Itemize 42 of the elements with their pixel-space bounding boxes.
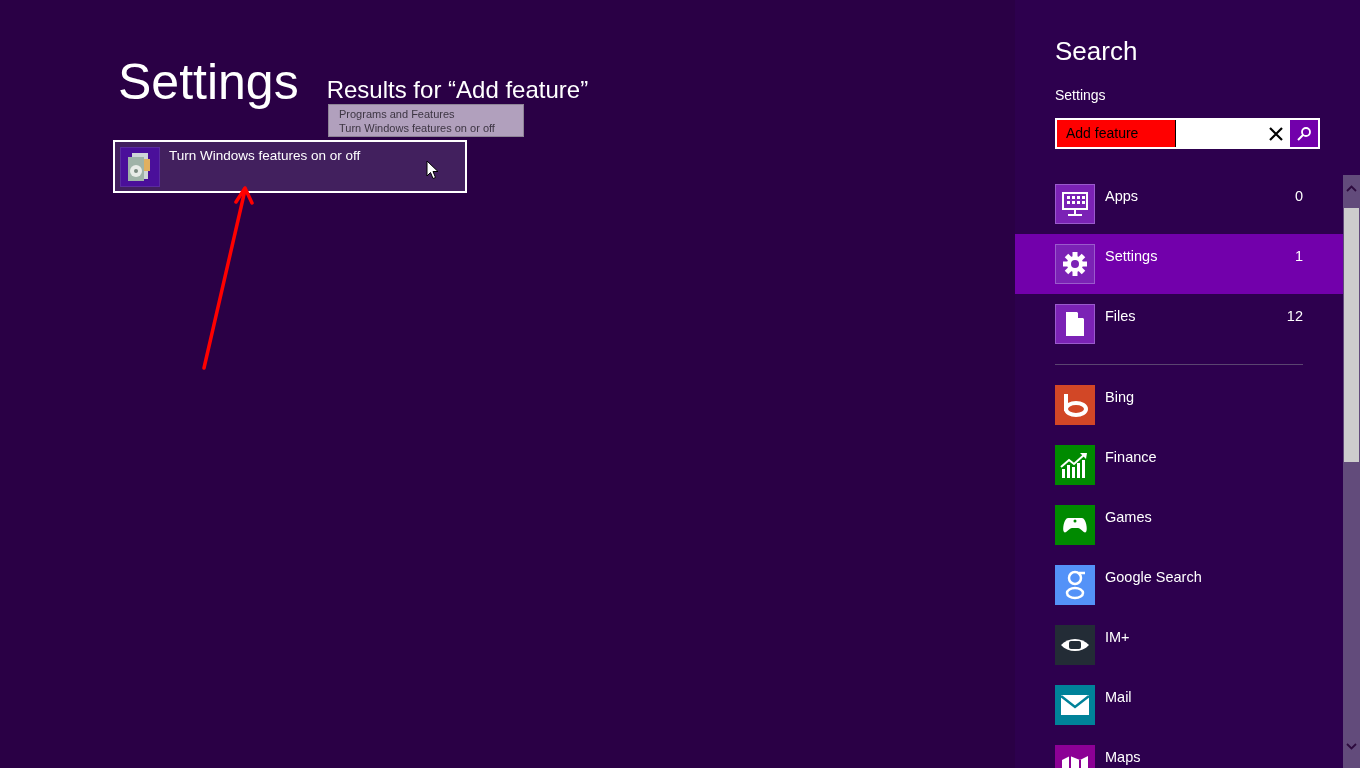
monitor-icon — [1055, 184, 1095, 224]
category-item[interactable]: Apps 0 — [1015, 174, 1343, 234]
page-title: Settings — [118, 53, 299, 112]
app-label: Mail — [1105, 688, 1133, 706]
tooltip-description: Turn Windows features on or off — [339, 121, 496, 135]
close-icon — [1269, 126, 1283, 141]
app-item[interactable]: IM+ — [1015, 615, 1343, 675]
result-count: 0 — [1294, 187, 1303, 205]
search-field[interactable]: Add feature — [1055, 118, 1320, 149]
app-label: IM+ — [1105, 628, 1131, 646]
result-count: 1 — [1294, 247, 1303, 265]
app-item[interactable]: Finance — [1015, 435, 1343, 495]
search-button[interactable] — [1290, 120, 1318, 147]
result-item[interactable]: Turn Windows features on or off — [113, 140, 467, 193]
category-item[interactable]: Settings 1 — [1015, 234, 1343, 294]
app-item[interactable]: Google Search — [1015, 555, 1343, 615]
app-label: Maps — [1105, 748, 1142, 766]
category-item[interactable]: Files 12 — [1015, 294, 1343, 354]
results-heading: Results for “Add feature” — [326, 76, 589, 104]
app-item[interactable]: Mail — [1015, 675, 1343, 735]
category-label: Apps — [1105, 187, 1140, 205]
scrollbar-thumb[interactable] — [1344, 208, 1359, 462]
search-scope: Settings — [1055, 86, 1106, 104]
app-label: Finance — [1105, 448, 1158, 466]
program-installer-icon — [120, 147, 160, 187]
scrollbar[interactable] — [1343, 175, 1360, 768]
result-count: 12 — [1286, 307, 1303, 325]
gear-icon — [1055, 244, 1095, 284]
search-icon — [1296, 125, 1312, 142]
app-label: Google Search — [1105, 568, 1203, 586]
tooltip-title: Programs and Features — [339, 107, 456, 121]
pane-title: Search — [1055, 35, 1138, 67]
document-icon — [1055, 304, 1095, 344]
mouse-cursor-icon — [426, 160, 439, 180]
category-label: Settings — [1105, 247, 1159, 265]
app-item[interactable]: Games — [1015, 495, 1343, 555]
app-label: Games — [1105, 508, 1153, 526]
app-item[interactable]: Bing — [1015, 375, 1343, 435]
app-label: Bing — [1105, 388, 1136, 406]
result-label: Turn Windows features on or off — [169, 147, 361, 165]
category-label: Files — [1105, 307, 1137, 325]
app-item[interactable]: Maps — [1015, 735, 1343, 768]
